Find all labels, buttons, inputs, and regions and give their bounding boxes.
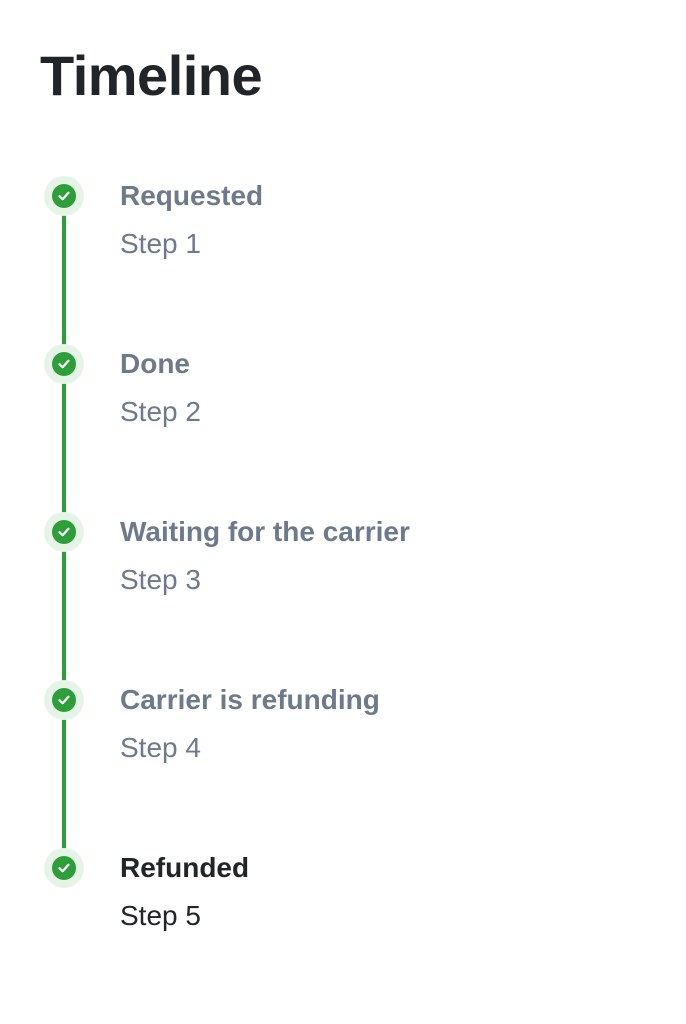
timeline-step-carrier-refunding: Carrier is refunding Step 4 [0, 680, 686, 800]
step-subtitle: Step 5 [120, 900, 201, 931]
step-title: Refunded [120, 852, 250, 883]
step-title: Done [120, 348, 190, 379]
check-icon [52, 856, 76, 880]
step-complete-marker [44, 512, 84, 552]
step-complete-marker [44, 344, 84, 384]
timeline-step-refunded: Refunded Step 5 [0, 848, 686, 968]
timeline-step-waiting-for-carrier: Waiting for the carrier Step 3 [0, 512, 686, 632]
timeline-step-done: Done Step 2 [0, 344, 686, 464]
step-subtitle: Step 4 [120, 732, 201, 763]
step-current-marker [44, 848, 84, 888]
check-icon [52, 688, 76, 712]
timeline-step-requested: Requested Step 1 [0, 176, 686, 296]
step-title: Requested [120, 180, 264, 211]
step-subtitle: Step 2 [120, 396, 201, 427]
check-icon [52, 520, 76, 544]
check-icon [52, 352, 76, 376]
step-complete-marker [44, 176, 84, 216]
step-subtitle: Step 3 [120, 564, 201, 595]
step-complete-marker [44, 680, 84, 720]
step-subtitle: Step 1 [120, 228, 201, 259]
step-title: Waiting for the carrier [120, 516, 410, 547]
step-title: Carrier is refunding [120, 684, 380, 715]
timeline: Requested Step 1 Done Step 2 Waiting for… [0, 0, 686, 1024]
check-icon [52, 184, 76, 208]
